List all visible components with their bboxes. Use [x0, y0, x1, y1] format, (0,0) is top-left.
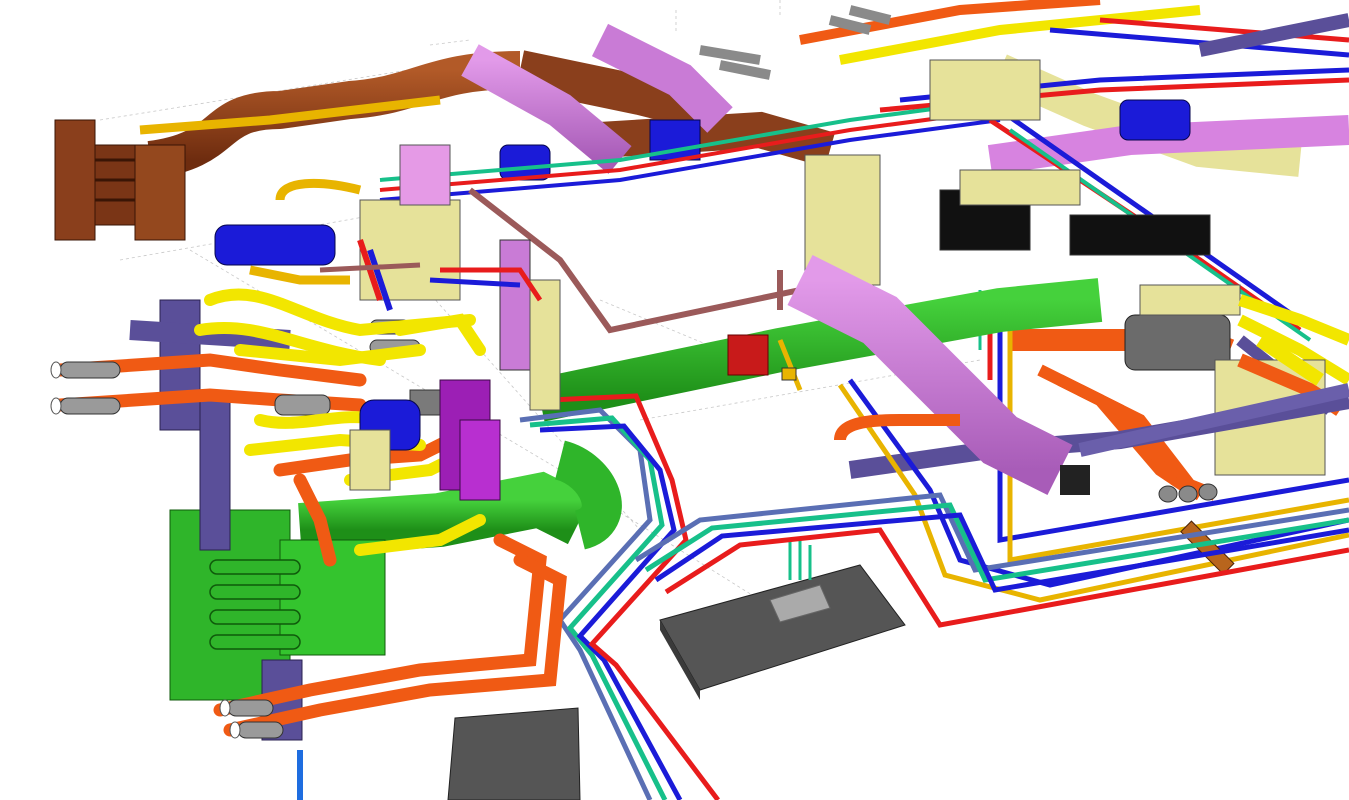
model-viewport[interactable] [0, 0, 1349, 800]
mep-3d-model[interactable] [0, 0, 1349, 800]
slab-opening-plate [659, 564, 906, 700]
left-mechanical-room [50, 179, 622, 741]
slab-opening-plate-2 [447, 707, 581, 800]
